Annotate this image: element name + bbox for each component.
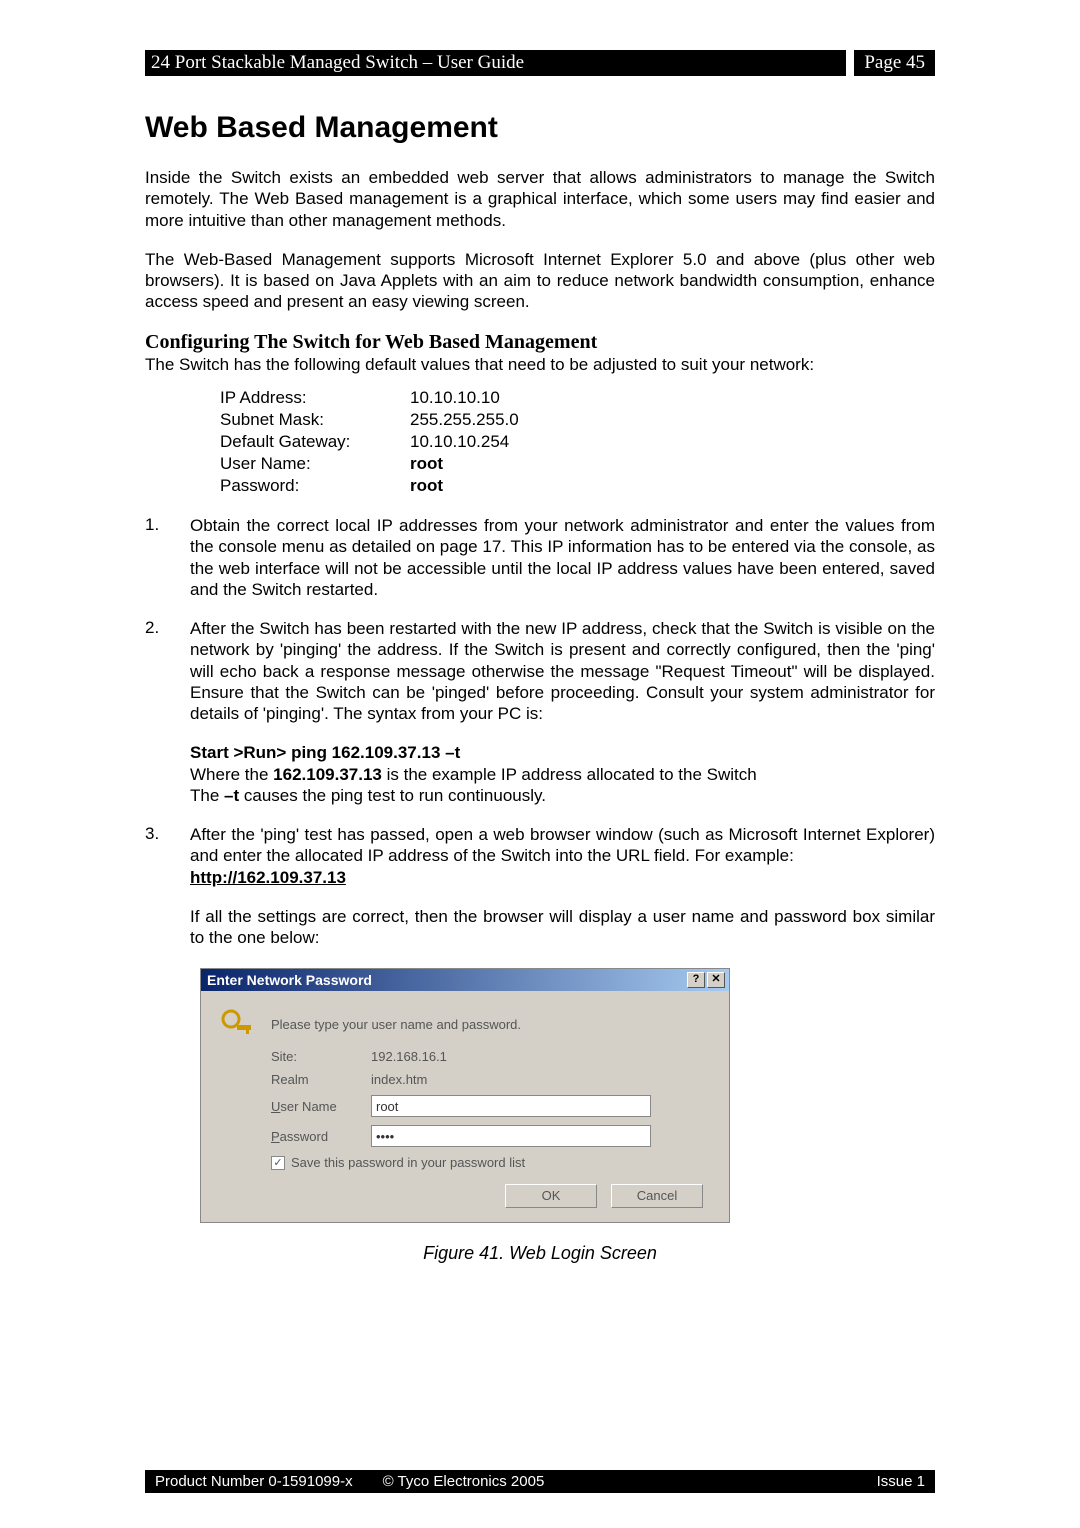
footer-product: Product Number 0-1591099-x — [155, 1473, 353, 1490]
password-label: Password — [271, 1129, 371, 1144]
switch-url-link[interactable]: http://162.109.37.13 — [190, 868, 346, 887]
section-intro: The Switch has the following default val… — [145, 354, 935, 375]
config-value: 10.10.10.10 — [410, 387, 500, 409]
ping-the-post: causes the ping test to run continuously… — [239, 786, 546, 805]
config-row: Password: root — [220, 475, 935, 497]
step-number: 2. — [145, 618, 190, 724]
header-title: 24 Port Stackable Managed Switch – User … — [145, 50, 846, 76]
ping-the-flag: –t — [224, 786, 239, 805]
step-1: 1. Obtain the correct local IP addresses… — [145, 515, 935, 600]
ping-where-ip: 162.109.37.13 — [273, 765, 382, 784]
ping-where-post: is the example IP address allocated to t… — [382, 765, 757, 784]
step-3: 3. After the 'ping' test has passed, ope… — [145, 824, 935, 888]
realm-label: Realm — [271, 1072, 371, 1087]
dialog-prompt: Please type your user name and password. — [271, 1017, 521, 1032]
config-row: Default Gateway: 10.10.10.254 — [220, 431, 935, 453]
realm-value: index.htm — [371, 1072, 427, 1087]
intro-paragraph-1: Inside the Switch exists an embedded web… — [145, 167, 935, 231]
step-2: 2. After the Switch has been restarted w… — [145, 618, 935, 724]
config-label: Subnet Mask: — [220, 409, 410, 431]
cancel-button[interactable]: Cancel — [611, 1184, 703, 1208]
figure-caption: Figure 41. Web Login Screen — [145, 1243, 935, 1264]
footer-issue: Issue 1 — [877, 1473, 925, 1490]
config-row: IP Address: 10.10.10.10 — [220, 387, 935, 409]
config-value: 10.10.10.254 — [410, 431, 509, 453]
step-number: 3. — [145, 824, 190, 888]
step-3-followup: If all the settings are correct, then th… — [190, 906, 935, 949]
config-label: Default Gateway: — [220, 431, 410, 453]
site-label: Site: — [271, 1049, 371, 1064]
config-label: Password: — [220, 475, 410, 497]
ping-command-block: Start >Run> ping 162.109.37.13 –t Where … — [190, 742, 935, 806]
step-text: Obtain the correct local IP addresses fr… — [190, 515, 935, 600]
save-password-row: ✓ Save this password in your password li… — [271, 1155, 711, 1170]
ping-where: Where the 162.109.37.13 is the example I… — [190, 764, 935, 785]
dialog-titlebar: Enter Network Password ? ✕ — [201, 969, 729, 991]
page-heading: Web Based Management — [145, 111, 935, 145]
header-bar: 24 Port Stackable Managed Switch – User … — [145, 50, 935, 76]
ping-the-pre: The — [190, 786, 224, 805]
header-page: Page 45 — [854, 50, 935, 76]
save-password-checkbox[interactable]: ✓ — [271, 1156, 285, 1170]
config-label: IP Address: — [220, 387, 410, 409]
help-button[interactable]: ? — [687, 972, 705, 988]
step-3-text: After the 'ping' test has passed, open a… — [190, 825, 935, 865]
ping-flag-note: The –t causes the ping test to run conti… — [190, 785, 935, 806]
config-value: root — [410, 475, 443, 497]
config-defaults-table: IP Address: 10.10.10.10 Subnet Mask: 255… — [220, 387, 935, 497]
config-value: root — [410, 453, 443, 475]
footer-copyright: © Tyco Electronics 2005 — [383, 1473, 545, 1490]
login-dialog-screenshot: Enter Network Password ? ✕ Please type y… — [200, 968, 935, 1223]
username-input[interactable] — [371, 1095, 651, 1117]
dialog-button-row: OK Cancel — [219, 1184, 711, 1208]
save-password-label: Save this password in your password list — [291, 1155, 525, 1170]
step-number: 1. — [145, 515, 190, 600]
ping-command: Start >Run> ping 162.109.37.13 –t — [190, 742, 935, 763]
keyring-icon — [219, 1007, 253, 1041]
dialog-body: Please type your user name and password.… — [201, 991, 729, 1222]
dialog-title: Enter Network Password — [207, 972, 372, 988]
config-row: User Name: root — [220, 453, 935, 475]
site-value: 192.168.16.1 — [371, 1049, 447, 1064]
step-text: After the 'ping' test has passed, open a… — [190, 824, 935, 888]
config-row: Subnet Mask: 255.255.255.0 — [220, 409, 935, 431]
close-button[interactable]: ✕ — [707, 972, 725, 988]
section-heading: Configuring The Switch for Web Based Man… — [145, 331, 935, 354]
enter-network-password-dialog: Enter Network Password ? ✕ Please type y… — [200, 968, 730, 1223]
config-value: 255.255.255.0 — [410, 409, 519, 431]
step-text: After the Switch has been restarted with… — [190, 618, 935, 724]
password-input[interactable] — [371, 1125, 651, 1147]
footer-bar: Product Number 0-1591099-x © Tyco Electr… — [145, 1470, 935, 1493]
intro-paragraph-2: The Web-Based Management supports Micros… — [145, 249, 935, 313]
config-label: User Name: — [220, 453, 410, 475]
ok-button[interactable]: OK — [505, 1184, 597, 1208]
username-label: User Name — [271, 1099, 371, 1114]
ping-where-pre: Where the — [190, 765, 273, 784]
